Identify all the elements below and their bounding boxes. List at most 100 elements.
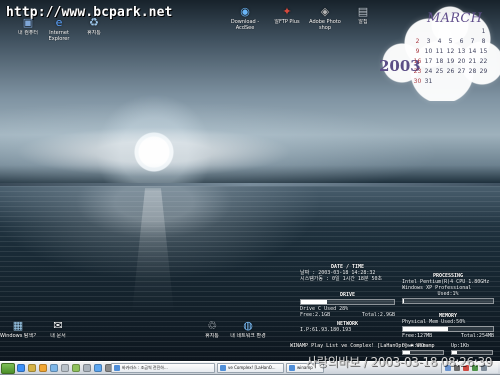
calendar-day: 7 — [470, 37, 475, 45]
network-icon: ◍ — [243, 318, 253, 332]
cpu-usage-fill — [403, 299, 404, 303]
calendar-day: 13 — [457, 47, 466, 55]
desktop-bottom-left-icons: ▦ Windows 탐색기 ✉ 내 문서 — [0, 318, 90, 356]
calendar-day: 15 — [479, 47, 488, 55]
photoshop-icon: ◈ — [320, 4, 330, 18]
taskbar-item-label: ve Complex! [LaHanO... — [228, 365, 276, 370]
messenger-icon[interactable] — [72, 364, 80, 372]
calendar-day: 8 — [481, 37, 486, 45]
my-documents-icon: ✉ — [53, 318, 63, 332]
desktop-icon-label: 휴지통 — [87, 30, 101, 36]
calendar-day: 27 — [457, 67, 466, 75]
memory-free-text: Free:127MB — [402, 333, 433, 339]
cpu-usage-bar — [402, 298, 494, 304]
window-icon — [220, 365, 226, 371]
calendar-day: 5 — [448, 37, 453, 45]
desktop-icon-label: 내 문서 — [50, 333, 66, 339]
calendar-row: 30 31 — [412, 76, 494, 86]
calendar-day: 22 — [479, 57, 488, 65]
calendar-row: 9 10 11 12 13 14 15 — [412, 46, 494, 56]
system-uptime: 시스템가동 : 0일 1시간 18분 50초 — [300, 276, 383, 282]
desktop-icon-label: 알집 — [358, 19, 368, 25]
memory-usage-fill — [403, 327, 448, 331]
calendar-day: 23 — [413, 67, 422, 75]
calendar-day: 18 — [435, 57, 444, 65]
memory-total-text: Total:254MB — [460, 333, 494, 339]
calendar-row: 1 — [412, 26, 494, 36]
taskbar-item[interactable]: 바카라스 : 조금씩 전진하... — [111, 363, 215, 373]
desktop-icon-recycle-bin[interactable]: ♻ 휴지통 — [66, 15, 122, 37]
desktop-icon-trash[interactable]: ♲ 휴지통 — [194, 318, 230, 340]
memory-usage-bar — [402, 326, 494, 332]
calendar-day: 4 — [437, 37, 442, 45]
memory-stats: Free:127MB Total:254MB — [402, 333, 494, 339]
drive-block: DRIVE Drive C Used 28% Free:2.1GB Total:… — [300, 292, 395, 318]
desktop-icon-label: 내 네트워크 환경 — [230, 333, 266, 339]
taskbar-item-label: 바카라스 : 조금씩 전진하... — [122, 365, 168, 370]
folder-icon[interactable] — [28, 364, 36, 372]
calendar-day: 21 — [468, 57, 477, 65]
drive-usage-fill — [301, 300, 328, 304]
desktop-middle-icons: ♲ 휴지통 ◍ 내 네트워크 환경 — [194, 318, 284, 356]
calendar-day: 28 — [468, 67, 477, 75]
explorer-icon[interactable] — [94, 364, 102, 372]
desktop-icon-label: 휴지통 — [205, 333, 219, 339]
mail-icon[interactable] — [61, 364, 69, 372]
media-player-icon[interactable] — [39, 364, 47, 372]
calendar-day: 14 — [468, 47, 477, 55]
winamp-playlist-strip: WINAMP Play List ve Complex! [LaHanOpr] … — [290, 343, 435, 349]
calendar-day: 1 — [481, 27, 486, 35]
calendar-day: 25 — [435, 67, 444, 75]
recycle-bin-icon: ♻ — [89, 15, 99, 29]
memory-block: MEMORY Physical Mem Used:50% Free:127MB … — [402, 313, 494, 339]
start-button[interactable] — [1, 363, 15, 374]
quick-launch — [17, 364, 124, 373]
calendar-day: 3 — [426, 37, 431, 45]
calendar-day: 20 — [457, 57, 466, 65]
ip-address: I.P:61.93.180.193 — [300, 327, 352, 333]
windows-explorer-icon: ▦ — [12, 318, 24, 332]
window-icon — [289, 365, 295, 371]
calendar-day: 11 — [435, 47, 444, 55]
archive-icon: ▤ — [357, 4, 369, 18]
calendar-day: 26 — [446, 67, 455, 75]
drive-total-text: Total:2.9GB — [361, 312, 395, 318]
calendar-row: 2 3 4 5 6 7 8 — [412, 36, 494, 46]
taskbar-item[interactable]: ve Complex! [LaHanO... — [217, 363, 284, 373]
calendar-day: 12 — [446, 47, 455, 55]
calendar-day: 2 — [415, 37, 420, 45]
calendar-day: 19 — [446, 57, 455, 65]
calendar-row: 16 17 18 19 20 21 22 — [412, 56, 494, 66]
settings-icon[interactable] — [83, 364, 91, 372]
memory-used-text: Physical Mem Used:50% — [402, 319, 466, 325]
desktop-icon[interactable] — [50, 364, 58, 372]
drive-usage-bar — [300, 299, 395, 305]
calendar-day: 24 — [424, 67, 433, 75]
internet-icon[interactable] — [17, 364, 25, 372]
desktop-icon-my-documents[interactable]: ✉ 내 문서 — [40, 318, 76, 340]
calendar-day: 16 — [413, 57, 422, 65]
desktop: http://www.bcpark.net ▣ 내 컴퓨터 e Internet… — [0, 0, 500, 375]
calendar-day: 17 — [424, 57, 433, 65]
drive-stats: Free:2.1GB Total:2.9GB — [300, 312, 395, 318]
recycle-bin-icon: ♲ — [207, 318, 217, 332]
calendar-day: 30 — [413, 77, 422, 85]
date-time-block: DATE / TIME 날짜 : 2003-03-18 14:28:32 시스템… — [300, 264, 395, 282]
desktop-icon-windows-explorer[interactable]: ▦ Windows 탐색기 — [0, 318, 36, 340]
cpu-used-text: Used:1% — [437, 291, 459, 297]
ftp-icon: ✦ — [282, 4, 292, 18]
window-icon — [114, 365, 120, 371]
desktop-icon-label: Windows 탐색기 — [0, 333, 36, 339]
calendar-day: 31 — [424, 77, 433, 85]
calendar-day: 9 — [415, 47, 420, 55]
download-icon: ◉ — [240, 4, 250, 18]
overlay-clock-text: 사랑의바보 / 2003-03-18 08:26:39 — [306, 355, 493, 369]
desktop-icon-network[interactable]: ◍ 내 네트워크 환경 — [230, 318, 266, 340]
processing-block: PROCESSING Intel Pentium(R)4 CPU 1.80GHz… — [402, 273, 494, 305]
calendar-day: 29 — [479, 67, 488, 75]
calendar-row: 23 24 25 26 27 28 29 — [412, 66, 494, 76]
network-block: NETWORK I.P:61.93.180.193 — [300, 321, 395, 333]
calendar-month: MARCH — [427, 11, 483, 26]
desktop-icon-alzip[interactable]: ▤ 알집 — [335, 4, 391, 26]
calendar-grid: 1 2 3 4 5 6 7 8 9 10 11 12 13 14 15 16 1… — [412, 26, 494, 86]
